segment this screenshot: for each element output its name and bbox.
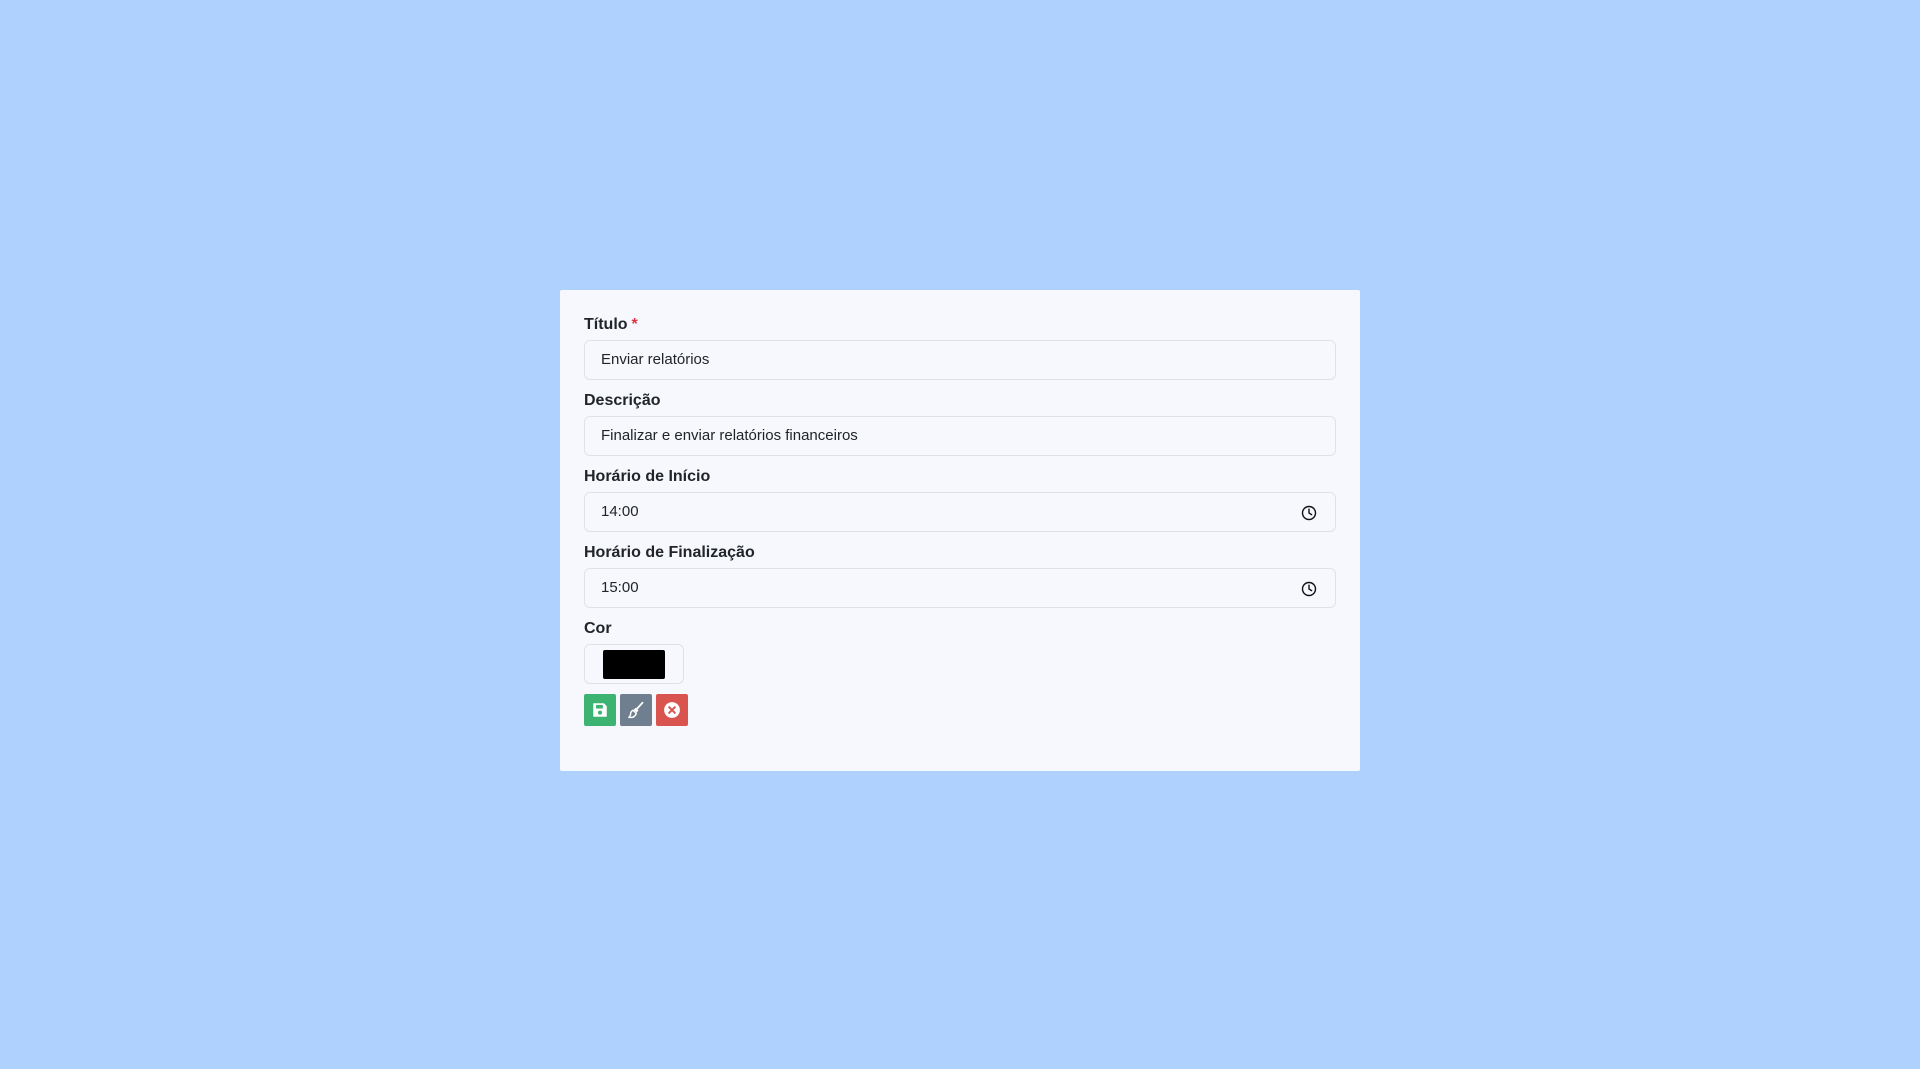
- title-input[interactable]: Enviar relatórios: [584, 340, 1336, 380]
- color-picker[interactable]: [584, 644, 684, 684]
- start-time-field: Horário de Início 14:00: [584, 466, 1336, 532]
- start-time-value: 14:00: [601, 503, 639, 520]
- description-field: Descrição Finalizar e enviar relatórios …: [584, 390, 1336, 456]
- start-time-input[interactable]: 14:00: [584, 492, 1336, 532]
- description-input[interactable]: Finalizar e enviar relatórios financeiro…: [584, 416, 1336, 456]
- end-time-value: 15:00: [601, 579, 639, 596]
- save-icon: [593, 703, 607, 717]
- close-circle-icon: [664, 702, 680, 718]
- color-field: Cor: [584, 618, 1336, 684]
- clock-icon[interactable]: [1301, 581, 1317, 597]
- end-time-label: Horário de Finalização: [584, 544, 755, 561]
- color-swatch: [603, 649, 665, 679]
- color-label: Cor: [584, 620, 612, 637]
- save-button[interactable]: [584, 694, 616, 726]
- cancel-button[interactable]: [656, 694, 688, 726]
- clock-icon[interactable]: [1301, 505, 1317, 521]
- title-field: Título * Enviar relatórios: [584, 314, 1336, 380]
- task-form-card: Título * Enviar relatórios Descrição Fina…: [560, 290, 1360, 771]
- description-label: Descrição: [584, 392, 661, 409]
- title-label-text: Título: [584, 316, 628, 333]
- end-time-field: Horário de Finalização 15:00: [584, 542, 1336, 608]
- end-time-input[interactable]: 15:00: [584, 568, 1336, 608]
- clear-button[interactable]: [620, 694, 652, 726]
- form-actions: [584, 694, 1336, 726]
- required-mark: *: [631, 316, 638, 333]
- start-time-label: Horário de Início: [584, 468, 711, 485]
- broom-icon: [628, 701, 644, 719]
- title-label: Título *: [584, 314, 1336, 336]
